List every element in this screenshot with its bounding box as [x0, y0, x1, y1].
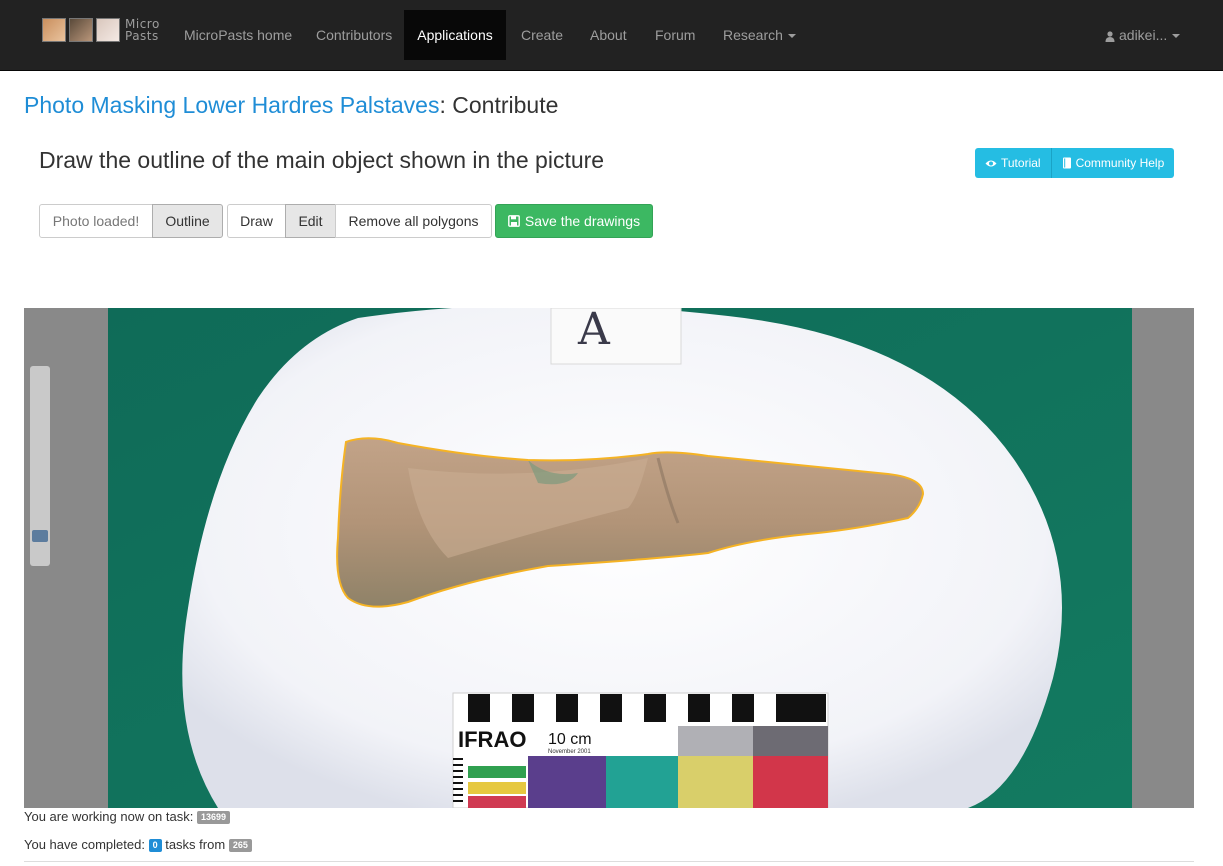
divider: [24, 861, 1194, 862]
community-help-label: Community Help: [1075, 156, 1165, 170]
palstave-photo[interactable]: A IFRAO 10 cm November 2001: [108, 308, 1132, 808]
brand-name: Micro Pasts: [125, 17, 160, 43]
outline-button[interactable]: Outline: [152, 204, 223, 238]
nav-microparts-home[interactable]: MicroPasts home: [169, 10, 307, 60]
nav-research-label: Research: [723, 27, 783, 43]
task-id-badge: 13699: [196, 811, 230, 825]
photo-canvas[interactable]: A IFRAO 10 cm November 2001: [108, 308, 1132, 808]
caret-down-icon: [787, 34, 796, 39]
project-link[interactable]: Photo Masking Lower Hardres Palstaves: [24, 92, 439, 118]
logo-face-2: [69, 18, 93, 42]
brand-logo[interactable]: Micro Pasts: [42, 17, 160, 43]
logo-face-3: [96, 18, 120, 42]
photo-viewer[interactable]: A IFRAO 10 cm November 2001: [24, 308, 1194, 808]
card-letter: A: [577, 308, 611, 355]
tutorial-label: Tutorial: [1001, 156, 1041, 170]
nav-about[interactable]: About: [575, 10, 642, 60]
top-navbar: Micro Pasts MicroPasts home Contributors…: [0, 0, 1223, 71]
remove-all-polygons-button[interactable]: Remove all polygons: [335, 204, 492, 238]
community-help-button[interactable]: Community Help: [1050, 148, 1175, 178]
floppy-disk-icon: [508, 215, 520, 227]
user-menu-dropdown[interactable]: adikei...: [1090, 10, 1195, 60]
zoom-slider[interactable]: [30, 366, 50, 566]
tutorial-button[interactable]: Tutorial: [975, 148, 1051, 178]
edit-button[interactable]: Edit: [285, 204, 336, 238]
eye-icon: [985, 160, 997, 166]
task-instruction: Draw the outline of the main object show…: [39, 147, 605, 173]
user-name: adikei...: [1119, 27, 1168, 43]
completion-line: You have completed: 0 tasks from 265: [24, 837, 252, 853]
book-icon: [1062, 157, 1071, 169]
zoom-slider-handle[interactable]: [32, 530, 48, 542]
save-drawings-button[interactable]: Save the drawings: [495, 204, 653, 238]
scale-brand: IFRAO: [458, 727, 526, 752]
nav-forum[interactable]: Forum: [640, 10, 710, 60]
user-icon: [1105, 31, 1115, 42]
total-tasks-badge: 265: [228, 839, 252, 853]
completed-label: You have completed:: [24, 837, 145, 852]
completed-count-badge: 0: [148, 839, 162, 853]
scale-unit: 10 cm: [548, 731, 592, 748]
tasks-from-label: tasks from: [165, 837, 226, 852]
help-button-group: Tutorial Community Help: [975, 148, 1175, 178]
nav-applications[interactable]: Applications: [404, 10, 506, 60]
save-drawings-label: Save the drawings: [524, 213, 641, 229]
page-title: Photo Masking Lower Hardres Palstaves: C…: [24, 92, 558, 119]
nav-research-dropdown[interactable]: Research: [708, 10, 811, 60]
logo-face-1: [42, 18, 66, 42]
current-task-line: You are working now on task: 13699: [24, 809, 230, 825]
draw-button[interactable]: Draw: [227, 204, 286, 238]
caret-down-icon: [1172, 34, 1181, 39]
working-label: You are working now on task:: [24, 809, 194, 824]
nav-create[interactable]: Create: [506, 10, 578, 60]
scale-date: November 2001: [548, 749, 591, 755]
nav-contributors[interactable]: Contributors: [301, 10, 407, 60]
title-suffix: : Contribute: [439, 92, 559, 118]
photo-status: Photo loaded!: [39, 204, 153, 238]
